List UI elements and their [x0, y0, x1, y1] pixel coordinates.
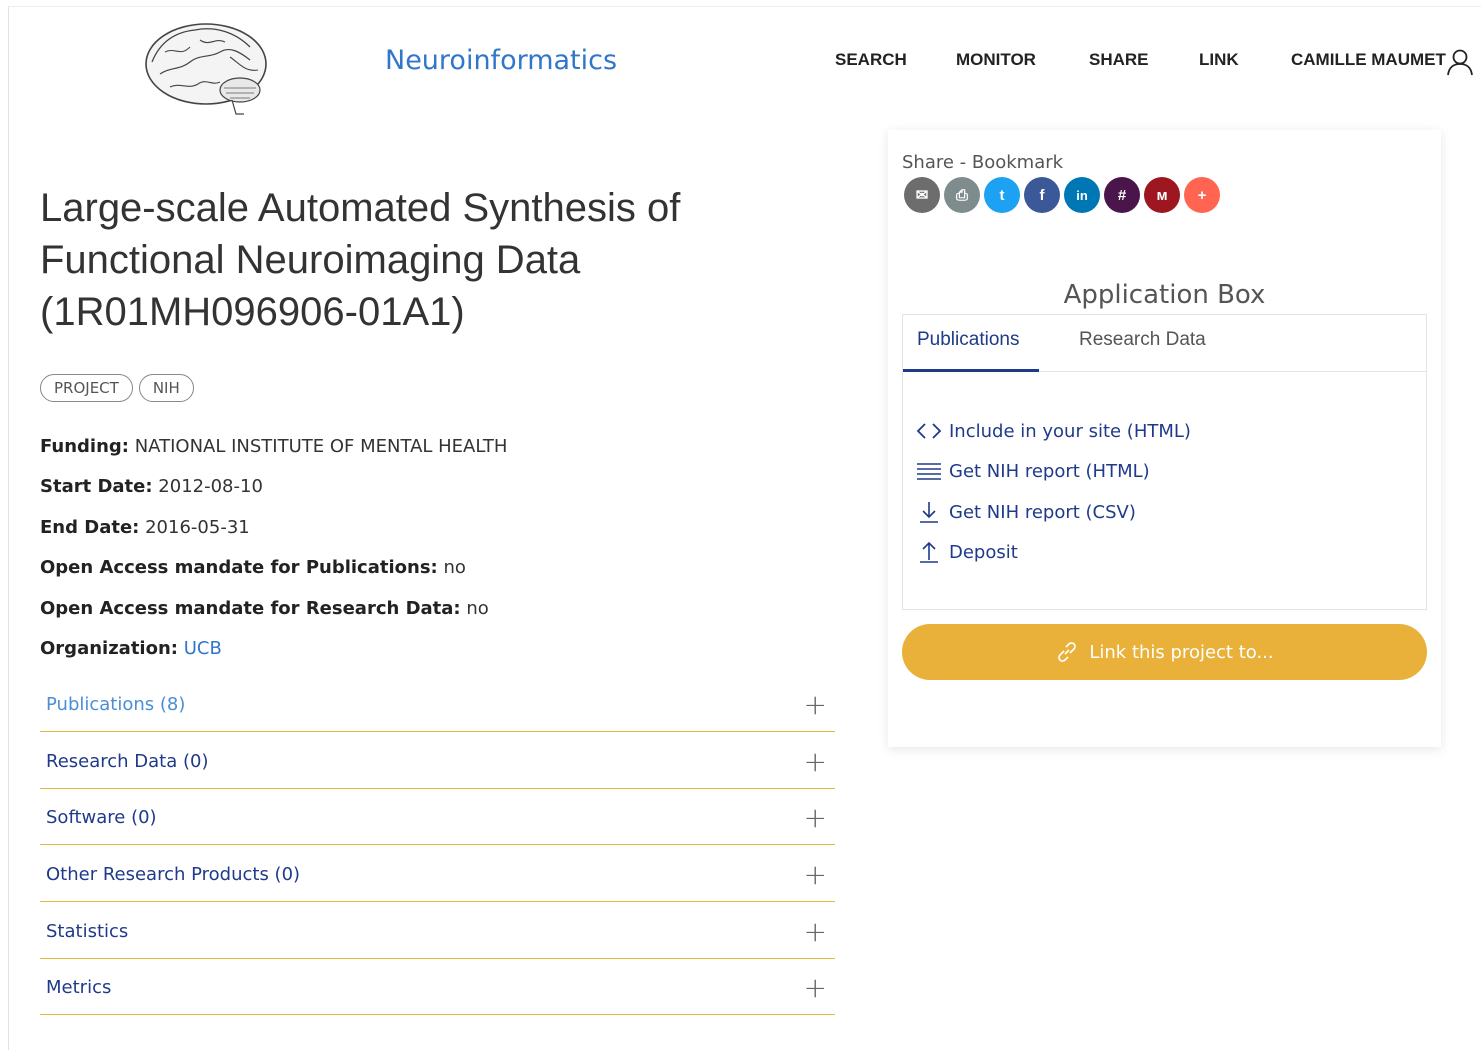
nih-report-csv-action[interactable]: Get NIH report (CSV) [915, 500, 1136, 524]
badge-group: PROJECT NIH [40, 374, 194, 402]
list-lines-icon [917, 463, 941, 480]
nih-report-html-action[interactable]: Get NIH report (HTML) [915, 459, 1150, 483]
nav-search[interactable]: SEARCH [835, 50, 907, 70]
end-date-label: End Date: [40, 517, 140, 538]
nav-share[interactable]: SHARE [1089, 50, 1149, 70]
nav-monitor[interactable]: MONITOR [956, 50, 1036, 70]
start-date-value: 2012-08-10 [158, 476, 263, 497]
brain-logo-icon[interactable] [140, 12, 275, 118]
facebook-icon[interactable]: f [1024, 177, 1060, 213]
print-icon[interactable]: ⎙ [944, 177, 980, 213]
expand-plus-icon[interactable]: + [804, 801, 827, 834]
slack-icon[interactable]: # [1104, 177, 1140, 213]
email-icon[interactable]: ✉ [904, 177, 940, 213]
more-icon[interactable]: + [1184, 177, 1220, 213]
linkedin-icon[interactable]: in [1064, 177, 1100, 213]
oa-research-data-row: Open Access mandate for Research Data: n… [40, 598, 489, 619]
section-label[interactable]: Other Research Products (0) [46, 864, 300, 885]
upload-icon [920, 541, 938, 563]
share-title: Share - Bookmark [902, 152, 1064, 173]
funding-row: Funding: NATIONAL INSTITUTE OF MENTAL HE… [40, 436, 507, 457]
expand-plus-icon[interactable]: + [804, 971, 827, 1004]
action-label[interactable]: Include in your site (HTML) [949, 421, 1191, 442]
section-other-research-products[interactable]: Other Research Products (0) + [40, 858, 835, 902]
section-label[interactable]: Metrics [46, 977, 111, 998]
section-label[interactable]: Publications (8) [46, 694, 185, 715]
organization-label: Organization: [40, 638, 178, 659]
download-icon [920, 502, 938, 523]
link-project-button[interactable]: Link this project to... [902, 624, 1427, 680]
oa-research-data-label: Open Access mandate for Research Data: [40, 598, 461, 619]
action-label[interactable]: Get NIH report (HTML) [949, 461, 1150, 482]
oa-publications-value: no [443, 557, 466, 578]
chain-link-icon [1058, 642, 1077, 662]
funding-value: NATIONAL INSTITUTE OF MENTAL HEALTH [134, 436, 508, 457]
application-box-title: Application Box [1063, 280, 1266, 310]
oa-publications-row: Open Access mandate for Publications: no [40, 557, 466, 578]
action-label[interactable]: Deposit [949, 542, 1018, 563]
page-title: Large-scale Automated Synthesis of Funct… [40, 186, 681, 334]
action-label[interactable]: Get NIH report (CSV) [949, 502, 1136, 523]
side-panel: Share - Bookmark ✉ ⎙ t f in # ᴍ + Application B… [888, 130, 1441, 747]
section-metrics[interactable]: Metrics + [40, 971, 835, 1015]
organization-link[interactable]: UCB [184, 638, 222, 659]
oa-publications-label: Open Access mandate for Publications: [40, 557, 438, 578]
oa-research-data-value: no [466, 598, 489, 619]
badge-project: PROJECT [40, 374, 133, 402]
tab-publications[interactable]: Publications [917, 329, 1019, 351]
expand-plus-icon[interactable]: + [804, 688, 827, 721]
expand-plus-icon[interactable]: + [804, 858, 827, 891]
start-date-row: Start Date: 2012-08-10 [40, 476, 263, 497]
deposit-action[interactable]: Deposit [915, 540, 1018, 564]
nav-link[interactable]: LINK [1199, 50, 1239, 70]
active-tab-indicator [903, 369, 1039, 372]
organization-row: Organization: UCB [40, 638, 222, 659]
badge-funder: NIH [138, 374, 194, 402]
section-label[interactable]: Software (0) [46, 807, 157, 828]
funding-label: Funding: [40, 436, 129, 457]
user-icon[interactable] [1446, 48, 1474, 76]
code-icon [916, 423, 942, 439]
section-label[interactable]: Research Data (0) [46, 751, 208, 772]
section-software[interactable]: Software (0) + [40, 801, 835, 845]
include-in-site-action[interactable]: Include in your site (HTML) [915, 419, 1191, 443]
section-label[interactable]: Statistics [46, 921, 128, 942]
expand-plus-icon[interactable]: + [804, 915, 827, 948]
start-date-label: Start Date: [40, 476, 153, 497]
section-publications[interactable]: Publications (8) + [40, 688, 835, 732]
share-buttons: ✉ ⎙ t f in # ᴍ + [904, 177, 1220, 213]
end-date-row: End Date: 2016-05-31 [40, 517, 250, 538]
end-date-value: 2016-05-31 [145, 517, 250, 538]
tab-research-data[interactable]: Research Data [1079, 329, 1206, 351]
user-menu[interactable]: CAMILLE MAUMET [1291, 50, 1446, 70]
link-project-label[interactable]: Link this project to... [1089, 642, 1273, 663]
section-research-data[interactable]: Research Data (0) + [40, 745, 835, 789]
site-brand[interactable]: Neuroinformatics [385, 45, 617, 76]
expand-plus-icon[interactable]: + [804, 745, 827, 778]
application-tabs: Publications Research Data [903, 315, 1426, 372]
section-statistics[interactable]: Statistics + [40, 915, 835, 959]
application-box: Publications Research Data Include in yo… [902, 314, 1427, 610]
twitter-icon[interactable]: t [984, 177, 1020, 213]
mendeley-icon[interactable]: ᴍ [1144, 177, 1180, 213]
